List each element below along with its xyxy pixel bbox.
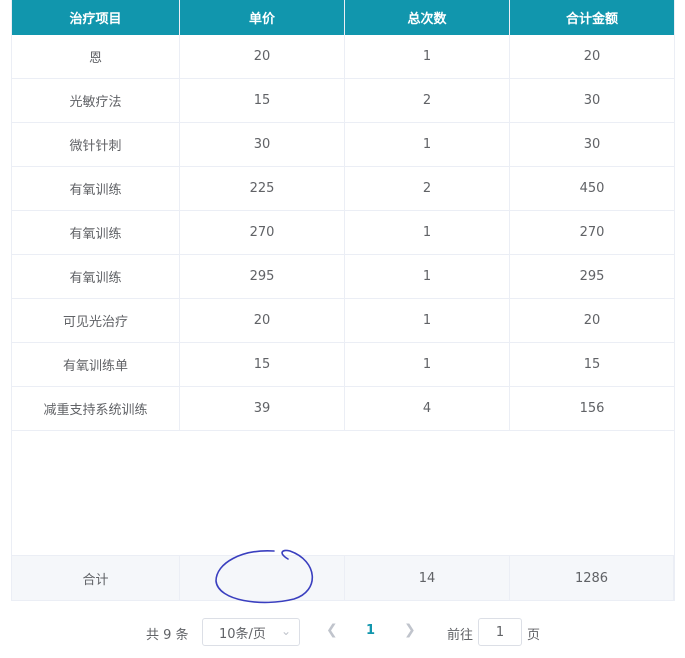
cell-unit-price: 225 bbox=[180, 167, 345, 210]
table-row[interactable]: 有氧训练 295 1 295 bbox=[12, 255, 674, 299]
table-row[interactable]: 微针针刺 30 1 30 bbox=[12, 123, 674, 167]
chevron-down-icon: ⌄ bbox=[280, 624, 291, 638]
table-row[interactable]: 恩 20 1 20 bbox=[12, 35, 674, 79]
cell-treatment-item: 减重支持系统训练 bbox=[12, 387, 180, 430]
cell-treatment-item: 有氧训练 bbox=[12, 211, 180, 254]
cell-unit-price: 20 bbox=[180, 299, 345, 342]
table-row[interactable]: 有氧训练 225 2 450 bbox=[12, 167, 674, 211]
cell-total-amount: 30 bbox=[583, 137, 601, 152]
table-row[interactable]: 有氧训练单 15 1 15 bbox=[12, 343, 674, 387]
page-number-current[interactable]: 1 bbox=[366, 623, 375, 638]
cell-treatment-item: 有氧训练单 bbox=[12, 343, 180, 386]
table-row[interactable]: 可见光治疗 20 1 20 bbox=[12, 299, 674, 343]
cell-unit-price: 295 bbox=[180, 255, 345, 298]
cell-unit-price: 15 bbox=[180, 343, 345, 386]
cell-total-count: 1 bbox=[345, 211, 510, 254]
summary-total-amount: 1286 bbox=[510, 556, 674, 600]
header-total-amount[interactable]: 合计金额 bbox=[510, 0, 674, 35]
summary-label: 合计 bbox=[12, 556, 180, 600]
cell-total-amount: 270 bbox=[579, 225, 605, 240]
page-size-value: 10条/页 bbox=[219, 626, 266, 642]
cell-unit-price: 15 bbox=[180, 79, 345, 122]
table-row[interactable]: 减重支持系统训练 39 4 156 bbox=[12, 387, 674, 431]
header-unit-price[interactable]: 单价 bbox=[180, 0, 345, 35]
pagination-total: 共 9 条 bbox=[146, 628, 189, 643]
cell-unit-price: 270 bbox=[180, 211, 345, 254]
cell-total-count: 1 bbox=[345, 35, 510, 78]
cell-treatment-item: 微针针刺 bbox=[12, 123, 180, 166]
table-body: 恩 20 1 20 光敏疗法 15 2 30 微针针刺 30 1 30 有氧训练… bbox=[12, 35, 674, 555]
cell-total-amount: 20 bbox=[583, 313, 601, 328]
cell-total-amount: 30 bbox=[583, 93, 601, 108]
page-size-select[interactable]: 10条/页 ⌄ bbox=[202, 618, 300, 646]
chevron-right-icon[interactable]: ❯ bbox=[404, 622, 416, 638]
cell-total-count: 1 bbox=[345, 123, 510, 166]
header-total-count[interactable]: 总次数 bbox=[345, 0, 510, 35]
cell-treatment-item: 光敏疗法 bbox=[12, 79, 180, 122]
table-header: 治疗项目 单价 总次数 合计金额 bbox=[12, 0, 674, 35]
cell-unit-price: 20 bbox=[180, 35, 345, 78]
cell-treatment-item: 有氧训练 bbox=[12, 255, 180, 298]
cell-total-count: 4 bbox=[345, 387, 510, 430]
table-summary-row: 合计 14 1286 bbox=[12, 549, 674, 604]
table-row[interactable]: 有氧训练 270 1 270 bbox=[12, 211, 674, 255]
cell-unit-price: 30 bbox=[180, 123, 345, 166]
goto-page-input[interactable] bbox=[478, 618, 522, 646]
chevron-left-icon[interactable]: ❮ bbox=[326, 622, 338, 638]
goto-suffix: 页 bbox=[527, 628, 541, 643]
cell-total-count: 2 bbox=[345, 79, 510, 122]
cell-total-count: 2 bbox=[345, 167, 510, 210]
header-treatment-item[interactable]: 治疗项目 bbox=[12, 0, 180, 35]
table-row[interactable]: 光敏疗法 15 2 30 bbox=[12, 79, 674, 123]
cell-treatment-item: 有氧训练 bbox=[12, 167, 180, 210]
pagination: 共 9 条 10条/页 ⌄ ❮ 1 ❯ 前往 页 bbox=[0, 617, 685, 647]
summary-unit-price bbox=[180, 556, 345, 600]
treatment-table: 治疗项目 单价 总次数 合计金额 恩 20 1 20 光敏疗法 15 2 30 … bbox=[11, 0, 675, 604]
cell-total-amount: 20 bbox=[583, 49, 601, 64]
cell-total-amount: 156 bbox=[579, 401, 605, 416]
cell-unit-price: 39 bbox=[180, 387, 345, 430]
summary-total-count: 14 bbox=[345, 556, 510, 600]
cell-total-count: 1 bbox=[345, 343, 510, 386]
cell-total-count: 1 bbox=[345, 299, 510, 342]
goto-label: 前往 bbox=[447, 628, 474, 643]
treatment-table-container: 治疗项目 单价 总次数 合计金额 恩 20 1 20 光敏疗法 15 2 30 … bbox=[11, 0, 675, 604]
cell-total-amount: 450 bbox=[579, 181, 605, 196]
cell-treatment-item: 可见光治疗 bbox=[12, 299, 180, 342]
cell-total-amount: 295 bbox=[579, 269, 605, 284]
cell-total-amount: 15 bbox=[583, 357, 601, 372]
cell-total-count: 1 bbox=[345, 255, 510, 298]
cell-treatment-item: 恩 bbox=[12, 35, 180, 78]
